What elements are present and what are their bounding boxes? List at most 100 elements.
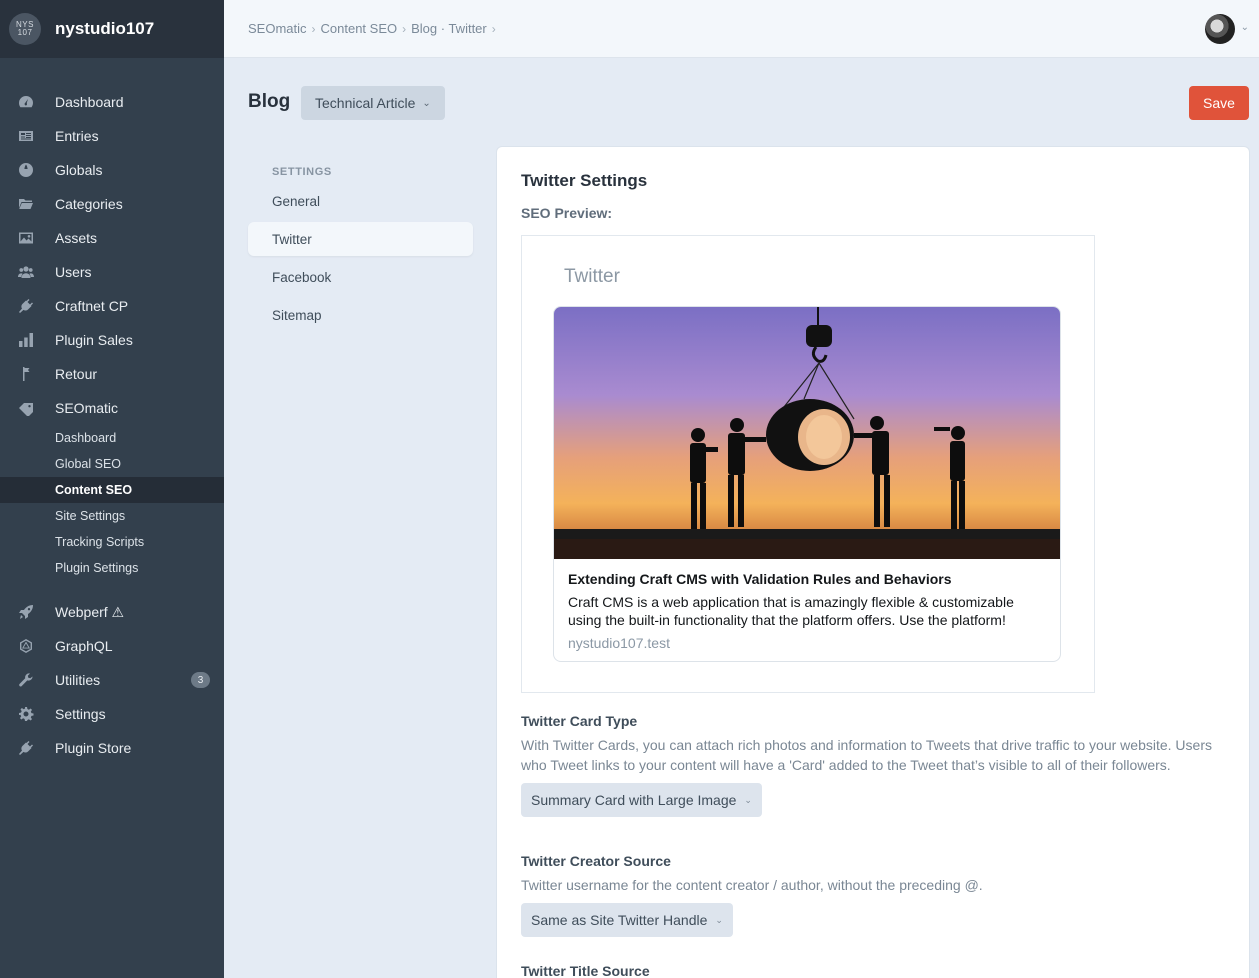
newspaper-icon <box>17 127 35 145</box>
preview-platform-label: Twitter <box>564 266 620 287</box>
rocket-icon <box>17 603 35 621</box>
nav-item-utilities[interactable]: Utilities 3 <box>0 663 224 697</box>
signpost-icon <box>17 365 35 383</box>
seo-preview-label: SEO Preview: <box>521 205 613 221</box>
chevron-down-icon: ⌄ <box>744 794 752 805</box>
nav-item-seomatic[interactable]: SEOmatic <box>0 391 224 425</box>
settings-tab-facebook[interactable]: Facebook <box>248 260 473 294</box>
field-label: Twitter Title Source <box>521 963 650 978</box>
nav-label: Assets <box>55 230 98 246</box>
nav-label: Globals <box>55 162 103 178</box>
nav-item-webperf[interactable]: Webperf ⚠ <box>0 595 224 629</box>
nav-item-plugin-store[interactable]: Plugin Store <box>0 731 224 765</box>
seomatic-subnav: Dashboard Global SEO Content SEO Site Se… <box>0 425 224 581</box>
tag-icon <box>17 399 35 417</box>
image-icon <box>17 229 35 247</box>
avatar[interactable] <box>1205 14 1235 44</box>
gear-icon <box>17 705 35 723</box>
nav-item-plugin-sales[interactable]: Plugin Sales <box>0 323 224 357</box>
breadcrumb-blog-twitter[interactable]: Blog · Twitter <box>411 21 487 36</box>
card-title: Extending Craft CMS with Validation Rule… <box>568 571 952 587</box>
subnav-site-settings[interactable]: Site Settings <box>0 503 224 529</box>
settings-tab-sitemap[interactable]: Sitemap <box>248 298 473 332</box>
nav-label: SEOmatic <box>55 400 119 416</box>
plug-icon <box>17 739 35 757</box>
twitter-card-type-select[interactable]: Summary Card with Large Image ⌄ <box>521 783 762 817</box>
subnav-dashboard[interactable]: Dashboard <box>0 425 224 451</box>
twitter-card-type-field: Twitter Card Type With Twitter Cards, yo… <box>521 713 1221 817</box>
users-icon <box>17 263 35 281</box>
utilities-badge: 3 <box>191 672 210 688</box>
nav-label: Plugin Sales <box>55 332 133 348</box>
bar-chart-icon <box>17 331 35 349</box>
subnav-global-seo[interactable]: Global SEO <box>0 451 224 477</box>
sidebar: NYS 107 nystudio107 Dashboard Entries Gl… <box>0 0 224 978</box>
twitter-card-preview[interactable]: Extending Craft CMS with Validation Rule… <box>553 306 1061 662</box>
twitter-creator-source-field: Twitter Creator Source Twitter username … <box>521 853 1221 937</box>
main-nav: Dashboard Entries Globals Categories Ass… <box>0 58 224 765</box>
nav-item-dashboard[interactable]: Dashboard <box>0 85 224 119</box>
nav-item-graphql[interactable]: GraphQL <box>0 629 224 663</box>
chevron-down-icon: ⌄ <box>715 914 723 925</box>
nav-label: Craftnet CP <box>55 298 129 314</box>
nav-item-users[interactable]: Users <box>0 255 224 289</box>
graphql-icon <box>17 637 35 655</box>
nav-label: Entries <box>55 128 99 144</box>
save-button[interactable]: Save <box>1189 86 1249 120</box>
nav-label: Retour <box>55 366 98 382</box>
site-name[interactable]: nystudio107 <box>55 19 154 39</box>
page-title: Blog <box>248 91 291 112</box>
twitter-creator-source-select[interactable]: Same as Site Twitter Handle ⌄ <box>521 903 733 937</box>
nav-item-craftnet-cp[interactable]: Craftnet CP <box>0 289 224 323</box>
chevron-down-icon: ⌄ <box>422 97 431 109</box>
field-help: With Twitter Cards, you can attach rich … <box>521 737 1212 773</box>
top-bar: SEOmatic › Content SEO › Blog · Twitter … <box>224 0 1259 58</box>
nav-label: Users <box>55 264 92 280</box>
gauge-icon <box>17 93 35 111</box>
settings-tab-twitter[interactable]: Twitter <box>248 222 473 256</box>
breadcrumb-content-seo[interactable]: Content SEO <box>321 21 398 36</box>
entry-type-label: Technical Article <box>315 95 416 111</box>
nav-label: Settings <box>55 706 106 722</box>
card-description: Craft CMS is a web application that is a… <box>568 594 1014 628</box>
seo-preview-box: Twitter Extending Craft CMS with Validat… <box>521 235 1095 693</box>
subnav-tracking-scripts[interactable]: Tracking Scripts <box>0 529 224 555</box>
plug-icon <box>17 297 35 315</box>
twitter-settings-panel: Twitter Settings SEO Preview: Twitter Ex… <box>497 147 1249 978</box>
field-help: Twitter username for the content creator… <box>521 877 983 893</box>
nav-label: Categories <box>55 196 123 212</box>
nav-item-entries[interactable]: Entries <box>0 119 224 153</box>
chevron-right-icon: › <box>491 21 496 36</box>
wrench-icon <box>17 671 35 689</box>
settings-heading: SETTINGS <box>272 166 332 178</box>
chevron-right-icon: › <box>311 21 316 36</box>
nav-label: Utilities <box>55 672 101 688</box>
chevron-right-icon: › <box>402 21 407 36</box>
site-logo: NYS 107 <box>9 13 41 45</box>
nav-item-assets[interactable]: Assets <box>0 221 224 255</box>
globe-icon <box>17 161 35 179</box>
site-header[interactable]: NYS 107 nystudio107 <box>0 0 224 58</box>
nav-item-categories[interactable]: Categories <box>0 187 224 221</box>
subnav-content-seo[interactable]: Content SEO <box>0 477 224 503</box>
nav-item-globals[interactable]: Globals <box>0 153 224 187</box>
panel-title: Twitter Settings <box>521 171 648 190</box>
entry-type-dropdown[interactable]: Technical Article ⌄ <box>301 86 445 120</box>
field-label: Twitter Creator Source <box>521 853 671 869</box>
select-value: Summary Card with Large Image <box>531 792 737 808</box>
card-image <box>554 307 1060 559</box>
card-domain: nystudio107.test <box>568 635 670 651</box>
site-logo-text: NYS 107 <box>16 20 34 37</box>
breadcrumb-seomatic[interactable]: SEOmatic <box>248 21 307 36</box>
twitter-title-source-field: Twitter Title Source <box>521 963 1221 978</box>
select-value: Same as Site Twitter Handle <box>531 912 708 928</box>
nav-item-settings[interactable]: Settings <box>0 697 224 731</box>
chevron-down-icon[interactable]: ⌄ <box>1241 22 1249 33</box>
settings-tab-general[interactable]: General <box>248 184 473 218</box>
field-label: Twitter Card Type <box>521 713 638 729</box>
nav-label: Plugin Store <box>55 740 132 756</box>
folder-icon <box>17 195 35 213</box>
nav-label: Dashboard <box>55 94 124 110</box>
nav-item-retour[interactable]: Retour <box>0 357 224 391</box>
subnav-plugin-settings[interactable]: Plugin Settings <box>0 555 224 581</box>
